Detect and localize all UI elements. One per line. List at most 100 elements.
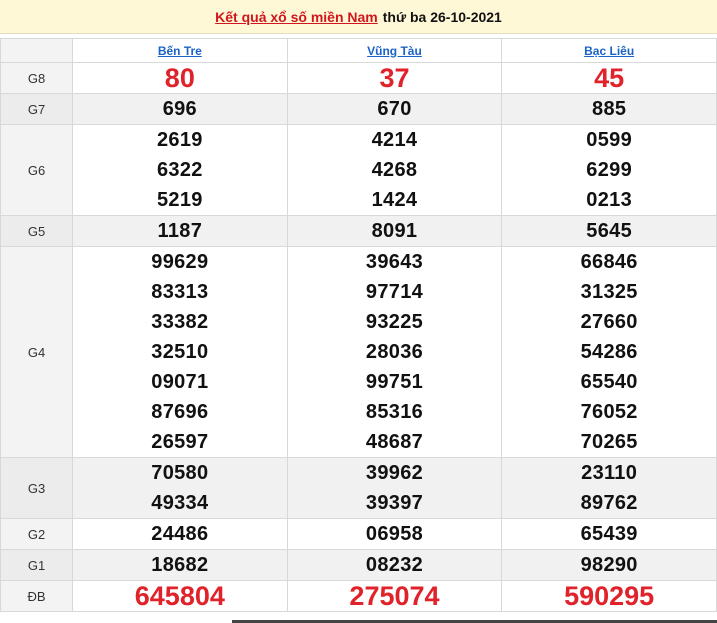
prize-number: 76052 [580,401,638,423]
prize-cell: 65439 [501,518,717,550]
results-table-wrap: Bến Tre Vũng Tàu Bạc Liêu G8 80 37 45 G7… [0,34,717,612]
prize-number: 23110 [581,462,638,484]
header-corner [0,38,73,63]
prize-cell: 24486 [72,518,288,550]
prize-label-g5: G5 [0,215,73,247]
prize-row-g7: G7 696 670 885 [0,93,717,125]
prize-label-g2: G2 [0,518,73,550]
prize-cell: 1187 [72,215,288,247]
prize-cell: 2619 6322 5219 [72,124,288,216]
prize-number: 99629 [151,251,209,273]
prize-cell: 37 [286,62,503,94]
prize-number: 89762 [580,492,638,514]
prize-number: 31325 [580,281,638,303]
prize-row-g3: G3 70580 49334 39962 39397 23110 89762 [0,457,717,519]
prize-number: 39643 [365,251,424,273]
prize-label-g6: G6 [0,124,73,216]
province-link-vung-tau[interactable]: Vũng Tàu [367,44,422,58]
bottom-scroll-strip [0,619,717,623]
prize-number: 27660 [580,311,638,333]
prize-number: 39397 [365,492,424,514]
special-prize-number: 590295 [564,581,655,611]
prize-cell: 696 [72,93,288,125]
prize-row-g5: G5 1187 8091 5645 [0,215,717,247]
prize-label-special: ĐB [0,580,73,612]
prize-number: 4268 [371,159,418,181]
prize-number: 696 [162,98,197,120]
prize-number: 70265 [580,431,638,453]
prize-cell: 885 [501,93,717,125]
prize-cell: 80 [72,62,288,94]
prize-number: 49334 [151,492,209,514]
special-prize-number: 275074 [349,581,440,611]
prize-number: 18682 [151,554,209,576]
prize-cell: 66846 31325 27660 54286 65540 76052 7026… [501,246,717,458]
prize-number: 4214 [371,129,418,151]
prize-label-g7: G7 [0,93,73,125]
province-link-bac-lieu[interactable]: Bạc Liêu [584,44,634,58]
prize-cell: 0599 6299 0213 [501,124,717,216]
prize-number: 885 [592,98,627,120]
prize-number: 06958 [365,523,424,545]
prize-cell: 670 [286,93,503,125]
prize-number: 98290 [580,554,638,576]
prize-number: 33382 [151,311,209,333]
prize-number: 93225 [365,311,424,333]
prize-number: 26597 [151,431,209,453]
prize-cell: 39962 39397 [286,457,503,519]
prize-row-special: ĐB 645804 275074 590295 [0,580,717,612]
prize-row-g8: G8 80 37 45 [0,62,717,94]
prize-number: 99751 [365,371,424,393]
prize-number: 24486 [151,523,209,545]
prize-number: 85316 [365,401,424,423]
prize-number: 0213 [586,189,632,211]
prize-cell: 06958 [286,518,503,550]
prize-number: 80 [164,63,195,93]
province-header-ben-tre: Bến Tre [72,38,288,63]
prize-number: 45 [594,63,625,93]
prize-label-g8: G8 [0,62,73,94]
prize-number: 48687 [365,431,424,453]
prize-number: 1424 [371,189,418,211]
prize-cell: 08232 [286,549,503,581]
prize-number: 8091 [371,220,418,242]
prize-cell: 8091 [286,215,503,247]
prize-number: 32510 [151,341,209,363]
prize-row-g2: G2 24486 06958 65439 [0,518,717,550]
province-header-vung-tau: Vũng Tàu [286,38,503,63]
prize-number: 08232 [365,554,424,576]
prize-cell: 645804 [72,580,288,612]
prize-cell: 98290 [501,549,717,581]
results-title-bar: Kết quả xổ số miền Nam thứ ba 26-10-2021 [0,0,717,34]
prize-cell: 39643 97714 93225 28036 99751 85316 4868… [286,246,503,458]
prize-number: 39962 [365,462,424,484]
prize-label-g3: G3 [0,457,73,519]
province-link-ben-tre[interactable]: Bến Tre [158,44,202,58]
prize-number: 70580 [151,462,209,484]
special-prize-number: 645804 [134,581,225,611]
results-table: Bến Tre Vũng Tàu Bạc Liêu G8 80 37 45 G7… [0,38,717,612]
prize-cell: 590295 [501,580,717,612]
province-header-bac-lieu: Bạc Liêu [501,38,717,63]
province-header-row: Bến Tre Vũng Tàu Bạc Liêu [0,38,717,63]
prize-number: 2619 [156,129,203,151]
prize-number: 28036 [365,341,424,363]
prize-number: 87696 [151,401,209,423]
prize-cell: 18682 [72,549,288,581]
prize-number: 97714 [365,281,424,303]
prize-cell: 99629 83313 33382 32510 09071 87696 2659… [72,246,288,458]
prize-number: 65540 [580,371,638,393]
prize-row-g4: G4 99629 83313 33382 32510 09071 87696 2… [0,246,717,458]
prize-cell: 23110 89762 [501,457,717,519]
prize-number: 5645 [586,220,632,242]
prize-number: 83313 [151,281,209,303]
results-title-link[interactable]: Kết quả xổ số miền Nam [215,9,378,25]
results-date: thứ ba 26-10-2021 [382,8,502,25]
prize-cell: 45 [501,62,717,94]
prize-label-g1: G1 [0,549,73,581]
prize-number: 5219 [156,189,203,211]
prize-number: 54286 [580,341,638,363]
prize-cell: 5645 [501,215,717,247]
prize-number: 09071 [151,371,209,393]
prize-number: 6299 [586,159,632,181]
